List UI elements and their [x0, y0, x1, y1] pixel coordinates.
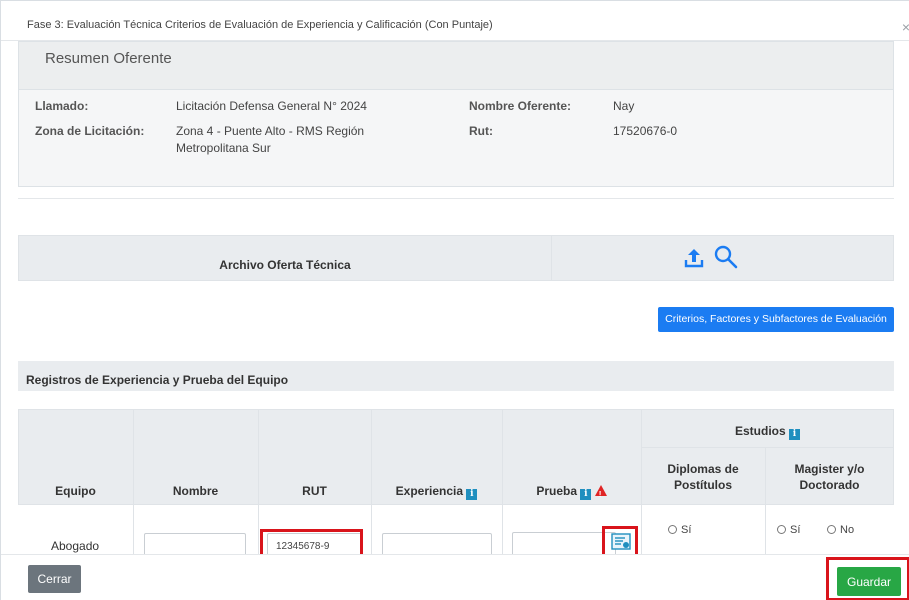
header-experiencia-text: Experiencia [395, 484, 464, 498]
magister-si-label: Sí [790, 524, 801, 536]
info-icon[interactable]: i [580, 489, 592, 500]
section-divider [18, 198, 894, 199]
team-table: Equipo Nombre RUT Experiencia i Prueba i… [18, 409, 894, 569]
row-equipo: Abogado [51, 539, 100, 553]
upload-icon[interactable] [683, 247, 705, 269]
modal-footer: Cerrar Guardar [1, 554, 909, 600]
info-icon[interactable]: i [466, 489, 478, 500]
zona-value: Zona 4 - Puente Alto - RMS Región Metrop… [176, 123, 364, 157]
header-magister-line1: Magister y/o [794, 462, 865, 476]
rut-value: 17520676-0 [613, 124, 678, 138]
header-experiencia: Experiencia i [371, 483, 502, 500]
magister-no-label: No [840, 524, 855, 536]
oferente-value: Nay [613, 99, 635, 113]
zona-value-line1: Zona 4 - Puente Alto - RMS Región [176, 124, 365, 138]
cell-separator [551, 236, 552, 280]
llamado-label: Llamado: [35, 99, 89, 113]
llamado-value: Licitación Defensa General N° 2024 [176, 99, 367, 113]
file-offer-row: Archivo Oferta Técnica [18, 235, 894, 281]
header-prueba: Prueba i ! [502, 483, 641, 500]
header-diplomas-line1: Diplomas de [667, 462, 739, 476]
modal-title: Fase 3: Evaluación Técnica Criterios de … [27, 19, 493, 31]
diplomas-si-radio[interactable]: Sí [668, 524, 691, 536]
highlight-save-box [826, 557, 909, 600]
cerrar-button[interactable]: Cerrar [28, 565, 81, 593]
header-equipo: Equipo [55, 484, 96, 498]
info-icon[interactable]: i [789, 429, 800, 440]
header-diplomas-line2: Postítulos [673, 478, 732, 492]
zona-label: Zona de Licitación: [35, 124, 145, 138]
search-icon[interactable] [713, 244, 739, 270]
summary-title: Resumen Oferente [45, 50, 172, 67]
summary-header: Resumen Oferente [19, 42, 893, 90]
header-estudios-text: Estudios [734, 424, 786, 438]
experience-section-header: Registros de Experiencia y Prueba del Eq… [18, 361, 894, 391]
rut-label: Rut: [469, 124, 493, 138]
criteria-factors-button[interactable]: Criterios, Factores y Subfactores de Eva… [658, 307, 894, 332]
oferente-label: Nombre Oferente: [469, 99, 572, 113]
header-nombre: Nombre [172, 484, 219, 498]
header-magister: Magister y/o Doctorado [765, 461, 894, 493]
zona-value-line2: Metropolitana Sur [176, 141, 271, 155]
header-magister-line2: Doctorado [799, 478, 860, 492]
close-icon[interactable]: × [902, 19, 909, 35]
modal-header: Fase 3: Evaluación Técnica Criterios de … [1, 1, 909, 41]
header-diplomas: Diplomas de Postítulos [641, 461, 765, 493]
header-estudios: Estudios i [641, 423, 894, 440]
row-divider [641, 447, 894, 448]
warning-icon: ! [594, 485, 607, 499]
magister-no-radio[interactable]: No [827, 524, 854, 536]
evaluation-modal: Fase 3: Evaluación Técnica Criterios de … [0, 0, 909, 600]
experience-section-title: Registros de Experiencia y Prueba del Eq… [26, 373, 289, 387]
magister-si-radio[interactable]: Sí [777, 524, 800, 536]
file-offer-label: Archivo Oferta Técnica [219, 258, 351, 272]
header-prueba-text: Prueba [536, 484, 577, 498]
diplomas-si-label: Sí [681, 524, 692, 536]
header-rut: RUT [302, 484, 327, 498]
summary-panel: Resumen Oferente Llamado: Licitación Def… [18, 41, 894, 187]
